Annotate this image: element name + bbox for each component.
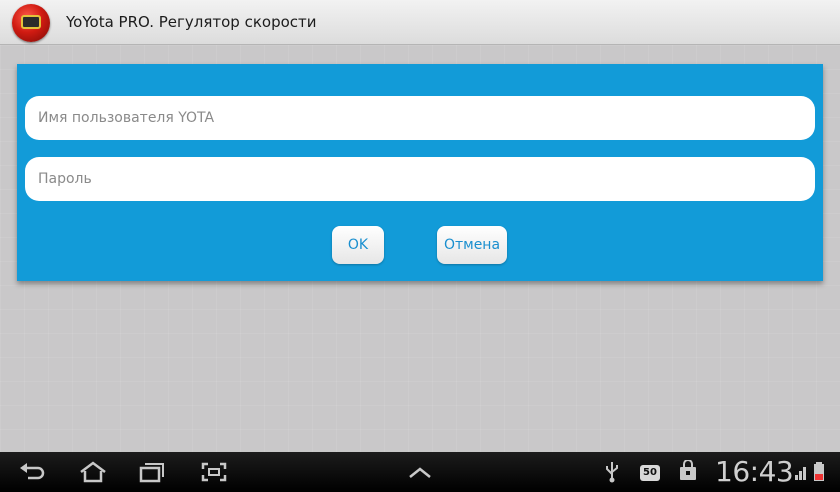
password-input[interactable] (25, 157, 815, 201)
system-navigation-bar: 50 16:43 (0, 452, 840, 492)
screenshot-icon[interactable] (200, 460, 228, 484)
action-bar: YoYota PRO. Регулятор скорости (0, 0, 840, 45)
battery-icon (814, 462, 824, 481)
cancel-button[interactable]: Отмена (437, 226, 507, 264)
home-icon[interactable] (78, 460, 108, 484)
usb-icon (606, 462, 618, 483)
market-bag-icon (680, 460, 696, 480)
app-title: YoYota PRO. Регулятор скорости (66, 13, 317, 31)
app-logo-icon (12, 4, 50, 42)
back-icon[interactable] (18, 460, 46, 484)
recent-apps-icon[interactable] (138, 460, 166, 484)
signal-icon (795, 467, 806, 480)
username-input[interactable] (25, 96, 815, 140)
status-clock: 16:43 (715, 455, 794, 488)
login-dialog: OK Отмена (17, 64, 823, 281)
chevron-up-icon[interactable] (406, 460, 434, 484)
notification-badge: 50 (640, 465, 660, 481)
ok-button[interactable]: OK (332, 226, 384, 264)
